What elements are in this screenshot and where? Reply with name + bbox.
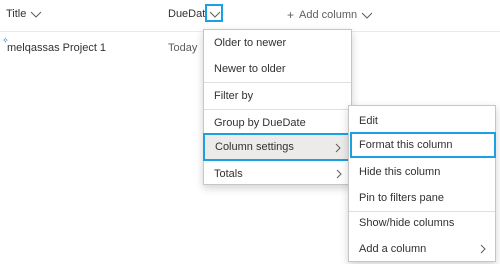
menu-item-label: Add a column: [359, 243, 427, 255]
menu-item-hide-this-column[interactable]: Hide this column: [349, 159, 495, 185]
menu-item-older-to-newer[interactable]: Older to newer: [204, 30, 351, 56]
menu-item-label: Format this column: [359, 139, 453, 151]
menu-item-label: Show/hide columns: [359, 217, 455, 229]
menu-item-pin-to-filters-pane[interactable]: Pin to filters pane: [349, 185, 495, 211]
menu-item-label: Older to newer: [214, 37, 287, 49]
chevron-down-icon[interactable]: [30, 9, 42, 19]
menu-item-label: Edit: [359, 115, 378, 127]
column-header-title-label: Title: [6, 8, 27, 20]
menu-item-label: Newer to older: [214, 63, 286, 75]
column-context-menu: Older to newer Newer to older Filter by …: [203, 29, 352, 185]
menu-item-label: Filter by: [214, 90, 254, 102]
menu-item-edit[interactable]: Edit: [349, 108, 495, 134]
chevron-right-icon: [335, 143, 341, 153]
column-settings-submenu: Edit Format this column Hide this column…: [348, 105, 496, 262]
menu-item-format-this-column[interactable]: Format this column: [350, 132, 496, 158]
menu-item-label: Pin to filters pane: [359, 192, 444, 204]
menu-item-label: Group by DueDate: [214, 117, 306, 129]
row-duedate-cell: Today: [168, 42, 198, 54]
plus-icon: +: [287, 8, 295, 22]
add-column-label: Add column: [299, 9, 358, 21]
menu-item-filter-by[interactable]: Filter by: [204, 83, 351, 109]
row-title-cell[interactable]: melqassas Project 1: [7, 42, 106, 54]
chevron-right-icon: [336, 169, 342, 179]
menu-item-column-settings[interactable]: Column settings: [203, 133, 352, 161]
chevron-down-icon[interactable]: [361, 10, 373, 20]
chevron-down-icon: [209, 11, 221, 18]
menu-item-label: Hide this column: [359, 166, 441, 178]
menu-item-label: Column settings: [215, 141, 294, 153]
add-column-button[interactable]: + Add column: [287, 8, 373, 22]
menu-item-add-a-column[interactable]: Add a column: [349, 236, 495, 262]
menu-item-label: Totals: [214, 168, 243, 180]
menu-item-newer-to-older[interactable]: Newer to older: [204, 56, 351, 82]
chevron-right-icon: [480, 244, 486, 254]
menu-item-totals[interactable]: Totals: [204, 161, 351, 187]
list-header-row: Title DueDate + Add column: [0, 0, 500, 32]
menu-item-show-hide-columns[interactable]: Show/hide columns: [349, 210, 495, 236]
duedate-menu-chevron-button[interactable]: [205, 4, 223, 22]
column-header-title[interactable]: Title: [6, 8, 42, 20]
